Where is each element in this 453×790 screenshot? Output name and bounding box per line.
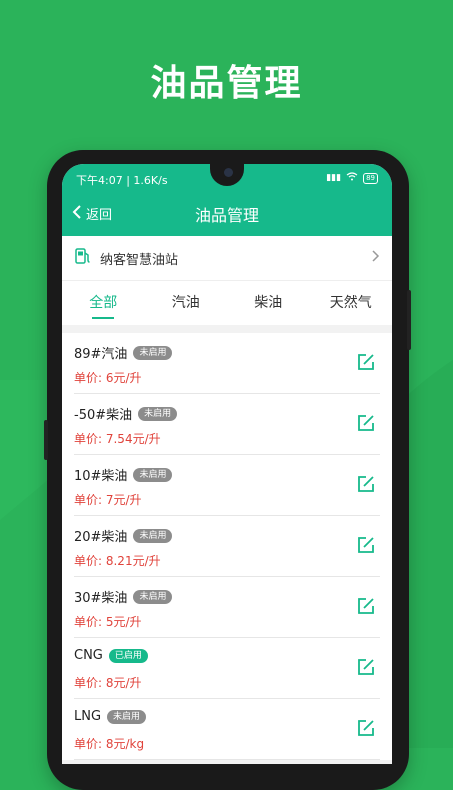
fuel-name: LNG <box>74 709 102 724</box>
fuel-price: 单价: 5元/升 <box>74 615 142 629</box>
camera-icon <box>224 168 233 177</box>
status-badge: 未启用 <box>133 467 173 482</box>
app-screen: 下午4:07 | 1.6K/s ▮▮▮ 89 返回 油品管理 纳客智慧油站 全部… <box>62 164 392 764</box>
section-divider <box>62 325 392 333</box>
phone-side-button <box>44 420 48 460</box>
status-time: 下午4:07 | 1.6K/s <box>76 174 168 187</box>
edit-icon[interactable] <box>356 474 376 494</box>
tab-natural-gas[interactable]: 天然气 <box>310 281 393 325</box>
fuel-name: 89#汽油 <box>74 347 128 362</box>
list-item: 20#柴油 未启用 单价: 8.21元/升 <box>74 516 380 577</box>
wifi-icon <box>346 172 358 184</box>
edit-icon[interactable] <box>356 352 376 372</box>
fuel-pump-icon <box>74 247 92 269</box>
status-badge: 未启用 <box>133 345 173 360</box>
tab-diesel[interactable]: 柴油 <box>227 281 310 325</box>
fuel-name: 10#柴油 <box>74 469 128 484</box>
edit-icon[interactable] <box>356 413 376 433</box>
status-icons: ▮▮▮ 89 <box>326 172 378 184</box>
edit-icon[interactable] <box>356 657 376 677</box>
station-selector[interactable]: 纳客智慧油站 <box>62 236 392 281</box>
fuel-price: 单价: 8元/升 <box>74 676 142 690</box>
fuel-name: 30#柴油 <box>74 591 128 606</box>
phone-volume-button <box>407 290 411 350</box>
battery-icon: 89 <box>363 172 378 184</box>
list-item: -50#柴油 未启用 单价: 7.54元/升 <box>74 394 380 455</box>
status-badge: 未启用 <box>133 589 173 604</box>
list-item: 30#柴油 未启用 单价: 5元/升 <box>74 577 380 638</box>
chevron-right-icon <box>372 250 380 266</box>
fuel-price: 单价: 8元/kg <box>74 737 145 751</box>
fuel-list: 89#汽油 未启用 单价: 6元/升 -50#柴油 未启用 单价: 7.54元/… <box>62 333 392 760</box>
tab-gasoline[interactable]: 汽油 <box>145 281 228 325</box>
edit-icon[interactable] <box>356 535 376 555</box>
list-item: 89#汽油 未启用 单价: 6元/升 <box>74 333 380 394</box>
list-item: 10#柴油 未启用 单价: 7元/升 <box>74 455 380 516</box>
app-header: 下午4:07 | 1.6K/s ▮▮▮ 89 返回 油品管理 <box>62 164 392 236</box>
fuel-price: 单价: 7.54元/升 <box>74 432 161 446</box>
fuel-price: 单价: 8.21元/升 <box>74 554 161 568</box>
station-name: 纳客智慧油站 <box>100 252 179 268</box>
fuel-price: 单价: 7元/升 <box>74 493 142 507</box>
fuel-price: 单价: 6元/升 <box>74 371 142 385</box>
edit-icon[interactable] <box>356 718 376 738</box>
fuel-name: -50#柴油 <box>74 408 133 423</box>
edit-icon[interactable] <box>356 596 376 616</box>
list-item: CNG 已启用 单价: 8元/升 <box>74 638 380 699</box>
promo-headline: 油品管理 <box>150 63 303 104</box>
status-badge: 已启用 <box>108 648 148 663</box>
fuel-type-tabs: 全部 汽油 柴油 天然气 <box>62 281 392 325</box>
signal-icon: ▮▮▮ <box>326 173 342 183</box>
status-badge: 未启用 <box>138 406 178 421</box>
tab-all[interactable]: 全部 <box>62 281 145 325</box>
list-item: LNG 未启用 单价: 8元/kg <box>74 699 380 760</box>
fuel-name: 20#柴油 <box>74 530 128 545</box>
fuel-name: CNG <box>74 648 103 663</box>
page-title: 油品管理 <box>194 206 259 225</box>
status-badge: 未启用 <box>133 528 173 543</box>
status-badge: 未启用 <box>107 709 147 724</box>
